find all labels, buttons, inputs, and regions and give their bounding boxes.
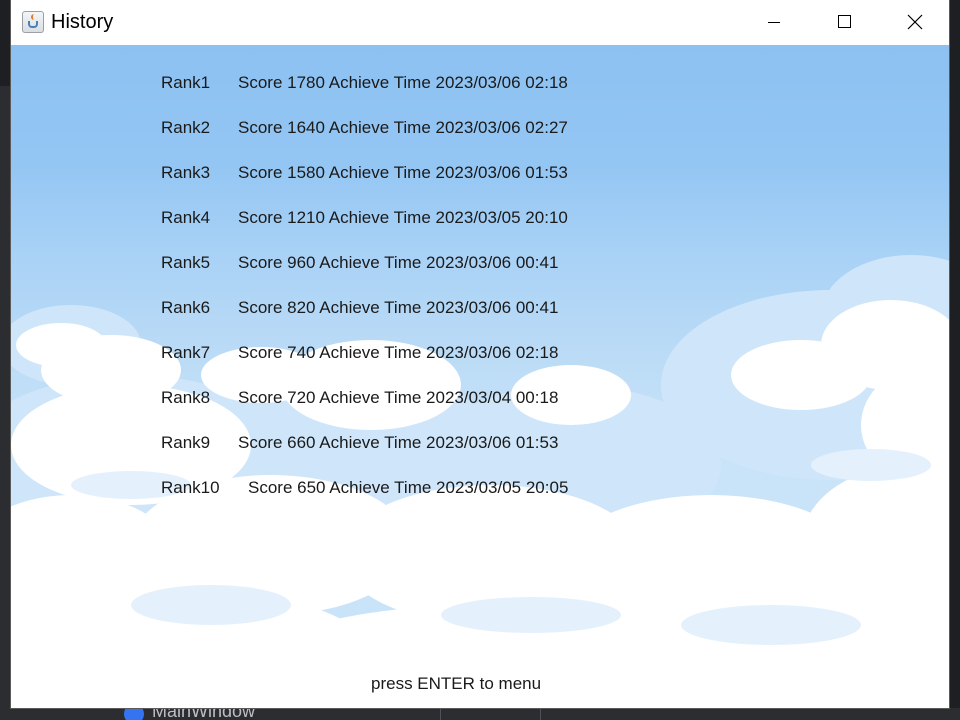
java-cup-icon bbox=[22, 11, 44, 33]
title-bar[interactable]: History bbox=[11, 0, 949, 45]
rank-label: Rank7 bbox=[161, 343, 211, 362]
background-ide-bottom bbox=[0, 708, 960, 720]
rank-score-info: Score 1640 Achieve Time 2023/03/06 02:27 bbox=[238, 118, 568, 137]
rank-score-info: Score 1780 Achieve Time 2023/03/06 02:18 bbox=[238, 73, 568, 92]
rank-score-info: Score 650 Achieve Time 2023/03/05 20:05 bbox=[248, 478, 569, 497]
rank-label: Rank9 bbox=[161, 433, 211, 452]
close-button[interactable] bbox=[879, 0, 949, 45]
maximize-button[interactable] bbox=[809, 0, 879, 45]
rank-score-info: Score 960 Achieve Time 2023/03/06 00:41 bbox=[238, 253, 559, 272]
history-window: History Rank1 Score 1780 Achieve Time 20… bbox=[11, 0, 949, 708]
enter-to-menu-hint: press ENTER to menu bbox=[371, 674, 542, 693]
rank-label: Rank3 bbox=[161, 163, 211, 182]
rank-score-info: Score 660 Achieve Time 2023/03/06 01:53 bbox=[238, 433, 559, 452]
close-icon bbox=[907, 14, 923, 30]
game-panel[interactable]: Rank1 Score 1780 Achieve Time 2023/03/06 … bbox=[11, 45, 949, 708]
cloud-background bbox=[11, 255, 949, 708]
minimize-button[interactable] bbox=[739, 0, 809, 45]
maximize-icon bbox=[838, 15, 851, 28]
rank-label: Rank4 bbox=[161, 208, 211, 227]
background-ide-right bbox=[949, 86, 960, 720]
rank-score-info: Score 1580 Achieve Time 2023/03/06 01:53 bbox=[238, 163, 568, 182]
rank-label: Rank2 bbox=[161, 118, 211, 137]
window-title: History bbox=[51, 11, 114, 33]
rank-label: Rank1 bbox=[161, 73, 211, 92]
rank-score-info: Score 740 Achieve Time 2023/03/06 02:18 bbox=[238, 343, 559, 362]
rank-label: Rank6 bbox=[161, 298, 211, 317]
background-divider bbox=[440, 708, 441, 720]
rank-label: Rank5 bbox=[161, 253, 211, 272]
background-divider bbox=[540, 708, 541, 720]
rank-score-info: Score 720 Achieve Time 2023/03/04 00:18 bbox=[238, 388, 559, 407]
rank-score-info: Score 1210 Achieve Time 2023/03/05 20:10 bbox=[238, 208, 568, 227]
rank-label: Rank8 bbox=[161, 388, 211, 407]
rank-score-info: Score 820 Achieve Time 2023/03/06 00:41 bbox=[238, 298, 559, 317]
rank-label: Rank10 bbox=[161, 478, 220, 497]
minimize-icon bbox=[768, 22, 780, 23]
